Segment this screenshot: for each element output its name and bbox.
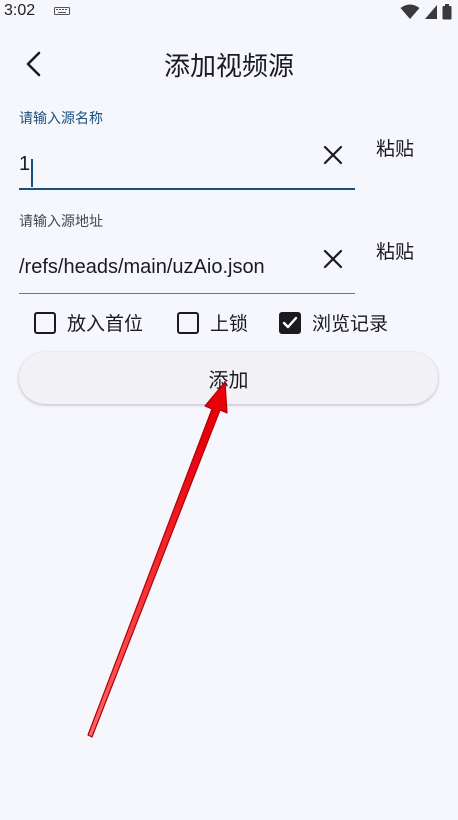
source-name-label: 请输入源名称 bbox=[19, 111, 103, 127]
signal-icon bbox=[425, 5, 437, 19]
clear-url-button[interactable] bbox=[319, 245, 347, 273]
status-bar: 3:02 bbox=[0, 0, 458, 24]
page-title: 添加视频源 bbox=[163, 52, 294, 82]
add-button[interactable]: 添加 bbox=[19, 352, 438, 404]
history-checkbox[interactable]: 浏览记录 bbox=[279, 309, 388, 336]
history-label: 浏览记录 bbox=[312, 313, 389, 335]
keyboard-icon bbox=[54, 7, 70, 15]
source-name-input[interactable] bbox=[19, 146, 315, 182]
close-icon bbox=[323, 249, 343, 269]
checkbox-unchecked-icon bbox=[34, 311, 56, 334]
app-bar: 添加视频源 bbox=[0, 36, 458, 92]
clear-name-button[interactable] bbox=[319, 141, 347, 169]
text-caret bbox=[31, 159, 33, 187]
options-row: 放入首位 上锁 浏览记录 bbox=[34, 309, 434, 335]
battery-icon bbox=[442, 4, 452, 20]
source-url-field: 请输入源地址 bbox=[19, 211, 355, 295]
paste-name-button[interactable]: 粘贴 bbox=[376, 134, 414, 161]
lock-label: 上锁 bbox=[210, 313, 249, 335]
close-icon bbox=[323, 145, 343, 165]
pin-to-top-checkbox[interactable]: 放入首位 bbox=[34, 309, 143, 336]
source-name-field: 请输入源名称 bbox=[19, 108, 355, 192]
checkmark-icon bbox=[282, 316, 298, 328]
checkbox-checked-icon bbox=[279, 311, 301, 334]
source-url-underline bbox=[19, 293, 355, 294]
lock-checkbox[interactable]: 上锁 bbox=[177, 309, 248, 336]
source-url-label: 请输入源地址 bbox=[19, 214, 103, 230]
status-time: 3:02 bbox=[4, 2, 36, 19]
status-icons bbox=[400, 4, 452, 20]
source-url-input[interactable] bbox=[19, 249, 315, 285]
pin-to-top-label: 放入首位 bbox=[67, 313, 144, 335]
checkbox-unchecked-icon bbox=[177, 311, 199, 334]
source-name-underline bbox=[19, 188, 355, 190]
wifi-icon bbox=[400, 4, 420, 19]
paste-url-button[interactable]: 粘贴 bbox=[376, 237, 414, 264]
